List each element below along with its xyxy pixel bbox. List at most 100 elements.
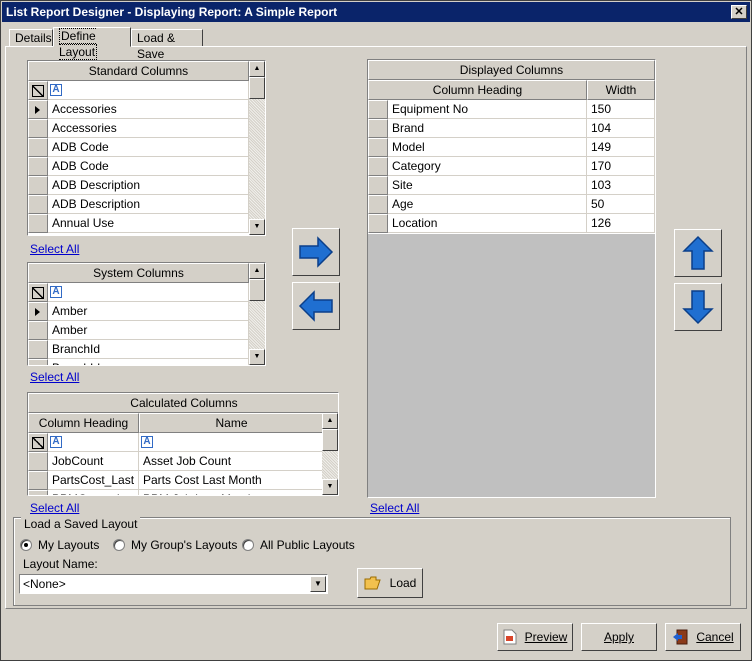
row-selector[interactable] xyxy=(368,176,388,195)
table-row[interactable]: Annual Use xyxy=(28,214,249,233)
table-cell[interactable]: Amber xyxy=(48,302,249,321)
displayed-header-column-heading[interactable]: Column Heading xyxy=(368,80,587,100)
table-cell[interactable]: Asset Job Count xyxy=(139,452,324,471)
row-selector[interactable] xyxy=(28,138,48,157)
calculated-columns-scrollbar[interactable]: ▲ ▼ xyxy=(322,413,338,495)
table-cell[interactable]: ADB Code xyxy=(48,138,249,157)
table-row[interactable]: Accessories xyxy=(28,119,249,138)
calc-header-name[interactable]: Name xyxy=(139,413,324,433)
table-cell[interactable]: ADB Code xyxy=(48,157,249,176)
scroll-down-icon[interactable]: ▼ xyxy=(249,219,265,235)
table-cell[interactable]: Amber xyxy=(48,321,249,340)
radio-circle[interactable] xyxy=(113,539,125,551)
row-selector[interactable] xyxy=(368,119,388,138)
calc-header-column-heading[interactable]: Column Heading xyxy=(28,413,139,433)
table-cell[interactable]: Parts Cost Last Month xyxy=(139,471,324,490)
filter-cell[interactable]: A xyxy=(139,433,324,452)
table-row[interactable]: Category 170 xyxy=(368,157,655,176)
table-row[interactable]: ADB Code xyxy=(28,157,249,176)
table-cell[interactable]: 50 xyxy=(587,195,655,214)
row-selector[interactable] xyxy=(28,471,48,490)
table-cell[interactable]: 150 xyxy=(587,100,655,119)
table-row[interactable]: Location 126 xyxy=(368,214,655,233)
table-row[interactable]: Age 50 xyxy=(368,195,655,214)
table-cell[interactable]: 104 xyxy=(587,119,655,138)
table-cell[interactable]: 103 xyxy=(587,176,655,195)
filter-cell[interactable]: A xyxy=(48,81,249,100)
apply-button[interactable]: Apply xyxy=(581,623,657,651)
table-cell[interactable]: Accessories xyxy=(48,119,249,138)
table-cell[interactable]: Location xyxy=(388,214,587,233)
system-columns-scrollbar[interactable]: ▲ ▼ xyxy=(249,263,265,365)
scroll-up-icon[interactable]: ▲ xyxy=(249,61,265,77)
system-select-all-link[interactable]: Select All xyxy=(30,370,79,384)
scroll-down-icon[interactable]: ▼ xyxy=(249,349,265,365)
table-row[interactable]: Equipment No 150 xyxy=(368,100,655,119)
standard-columns-scrollbar[interactable]: ▲ ▼ xyxy=(249,61,265,235)
standard-select-all-link[interactable]: Select All xyxy=(30,242,79,256)
row-selector[interactable] xyxy=(368,100,388,119)
table-cell[interactable]: ADB Description xyxy=(48,195,249,214)
row-selector[interactable] xyxy=(368,214,388,233)
clear-filter-icon[interactable] xyxy=(32,287,44,299)
filter-cell[interactable]: A xyxy=(48,433,139,452)
row-selector[interactable] xyxy=(28,452,48,471)
chevron-down-icon[interactable]: ▼ xyxy=(310,576,326,592)
table-row[interactable]: ADB Description xyxy=(28,195,249,214)
table-cell[interactable]: Equipment No xyxy=(388,100,587,119)
scroll-up-icon[interactable]: ▲ xyxy=(322,413,338,429)
radio-my-layouts[interactable]: My Layouts xyxy=(20,538,99,552)
table-row[interactable]: Amber xyxy=(28,302,249,321)
scroll-up-icon[interactable]: ▲ xyxy=(249,263,265,279)
table-cell[interactable]: Accessories xyxy=(48,100,249,119)
table-row[interactable]: PPMCount_LastPPM Job Last Month xyxy=(28,490,324,495)
displayed-select-all-link[interactable]: Select All xyxy=(370,501,419,515)
row-selector[interactable] xyxy=(28,119,48,138)
row-selector[interactable] xyxy=(28,302,48,321)
table-row[interactable]: PartsCost_Last Parts Cost Last Month xyxy=(28,471,324,490)
table-cell[interactable]: 149 xyxy=(587,138,655,157)
row-selector[interactable] xyxy=(28,359,48,365)
table-cell[interactable]: Site xyxy=(388,176,587,195)
calculated-select-all-link[interactable]: Select All xyxy=(30,501,79,515)
table-row[interactable]: ADB Code xyxy=(28,138,249,157)
scroll-thumb[interactable] xyxy=(249,77,265,99)
row-selector[interactable] xyxy=(28,157,48,176)
table-cell[interactable]: BranchId xyxy=(48,359,249,365)
table-cell[interactable]: PartsCost_Last xyxy=(48,471,139,490)
load-button[interactable]: Load xyxy=(357,568,423,598)
remove-column-button[interactable] xyxy=(292,282,340,330)
clear-filter-icon[interactable] xyxy=(32,437,44,449)
filter-cell[interactable]: A xyxy=(48,283,249,302)
table-cell[interactable]: ADB Description xyxy=(48,176,249,195)
clear-filter-icon[interactable] xyxy=(32,85,44,97)
row-selector[interactable] xyxy=(28,340,48,359)
table-row[interactable]: Site 103 xyxy=(368,176,655,195)
table-cell[interactable]: Annual Use xyxy=(48,214,249,233)
table-cell[interactable]: Category xyxy=(388,157,587,176)
scroll-thumb[interactable] xyxy=(249,279,265,301)
table-row[interactable]: Amber xyxy=(28,321,249,340)
table-row[interactable]: ADB Description xyxy=(28,176,249,195)
table-row[interactable]: Accessories xyxy=(28,100,249,119)
radio-public-layouts[interactable]: All Public Layouts xyxy=(242,538,355,552)
row-selector[interactable] xyxy=(28,100,48,119)
radio-circle[interactable] xyxy=(20,539,32,551)
table-cell[interactable]: 126 xyxy=(587,214,655,233)
table-row[interactable]: BranchId xyxy=(28,359,249,365)
radio-group-layouts[interactable]: My Group's Layouts xyxy=(113,538,237,552)
table-cell[interactable]: PPM Job Last Month xyxy=(139,490,324,495)
table-cell[interactable]: PPMCount_Last xyxy=(48,490,139,495)
row-selector[interactable] xyxy=(28,195,48,214)
table-row[interactable]: Brand 104 xyxy=(368,119,655,138)
tab-load-save[interactable]: Load & Save xyxy=(131,29,203,61)
tab-define-layout[interactable]: Define Layout xyxy=(53,27,131,60)
cancel-button[interactable]: Cancel xyxy=(665,623,741,651)
row-selector[interactable] xyxy=(28,214,48,233)
move-up-button[interactable] xyxy=(674,229,722,277)
close-button[interactable]: ✕ xyxy=(731,5,747,19)
row-selector[interactable] xyxy=(368,157,388,176)
table-cell[interactable]: 170 xyxy=(587,157,655,176)
table-cell[interactable]: Model xyxy=(388,138,587,157)
move-down-button[interactable] xyxy=(674,283,722,331)
